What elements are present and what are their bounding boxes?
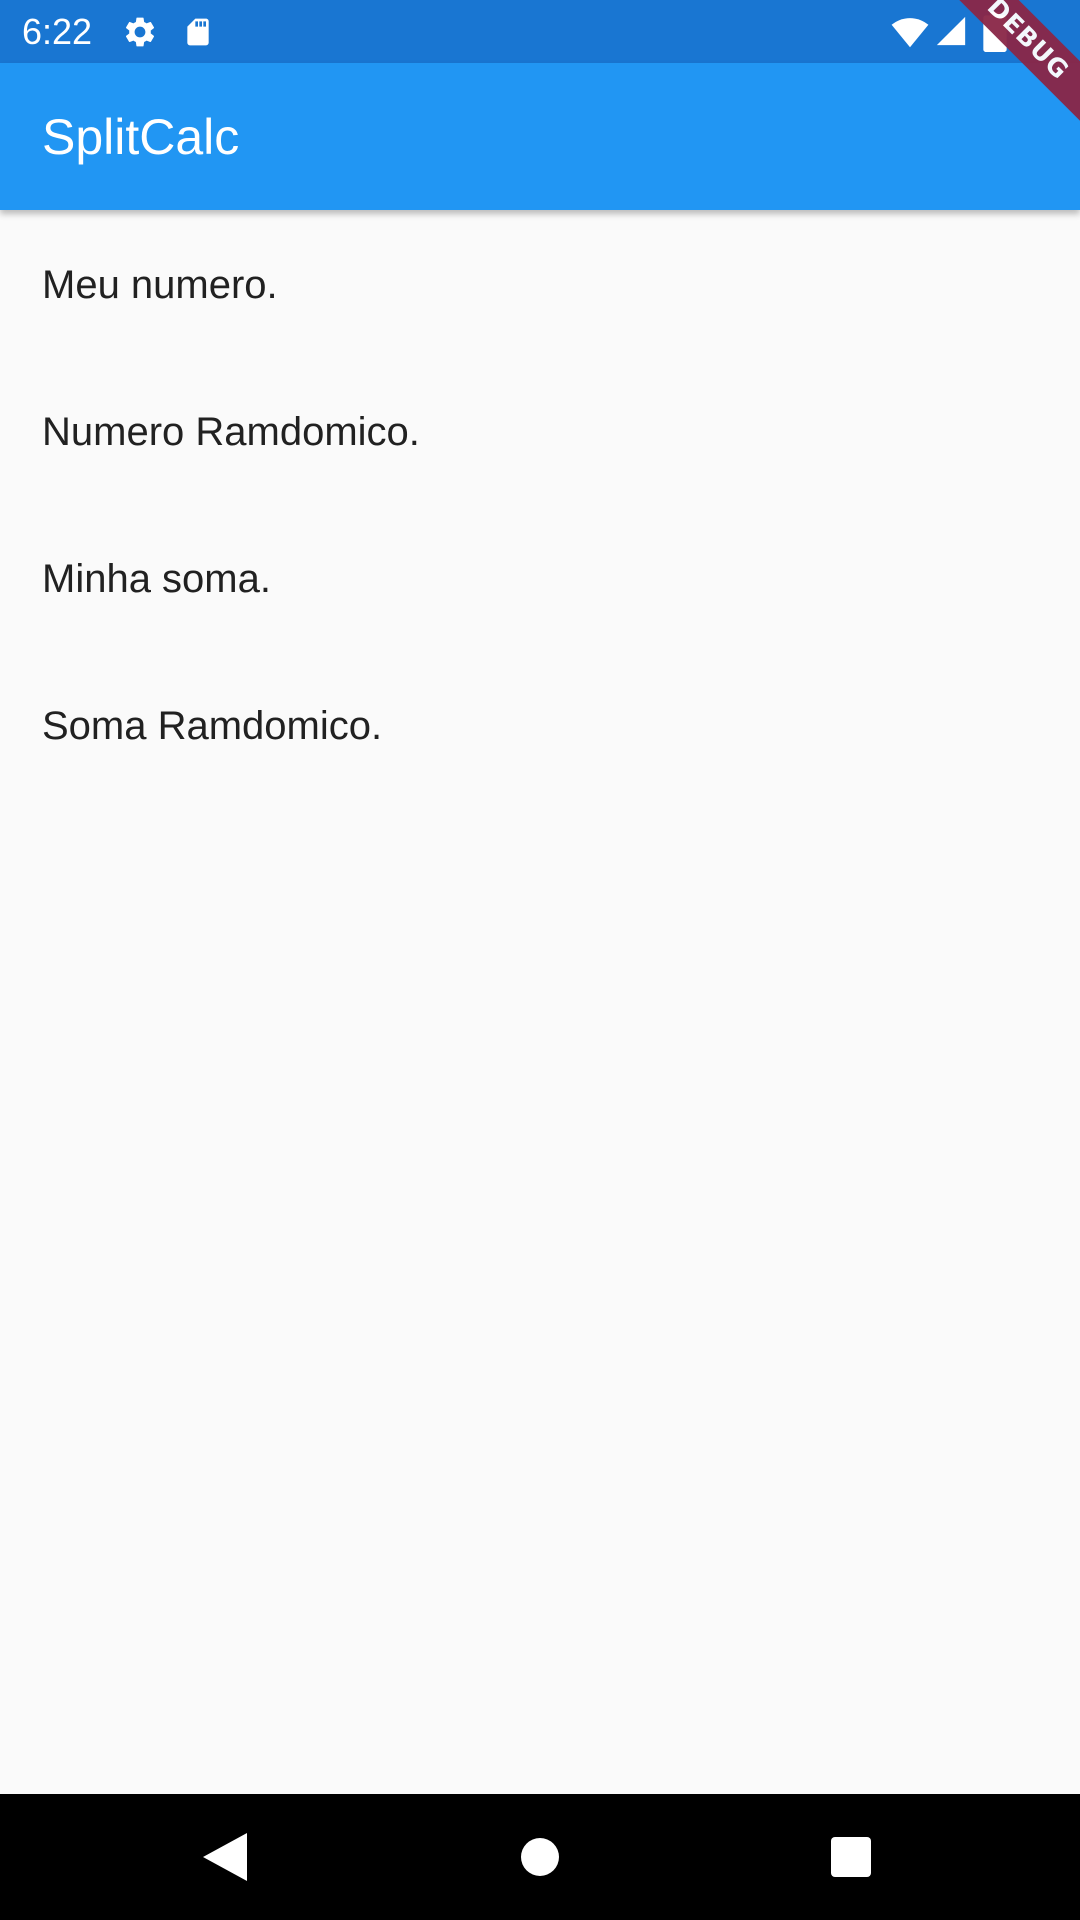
my-number-text: Meu numero. — [42, 263, 278, 307]
recents-button[interactable] — [811, 1817, 891, 1897]
screen: 6:22 SplitCalc DEBUG Meu numero. Numero … — [0, 0, 1080, 1920]
back-button[interactable] — [185, 1817, 265, 1897]
recents-icon — [831, 1837, 871, 1877]
random-sum-text: Soma Ramdomico. — [42, 704, 383, 748]
content-area: Meu numero. Numero Ramdomico. Minha soma… — [0, 210, 1080, 1794]
sd-card-icon — [187, 18, 209, 46]
back-icon — [203, 1833, 247, 1881]
home-button[interactable] — [500, 1817, 580, 1897]
signal-icon — [936, 16, 966, 46]
status-bar: 6:22 — [0, 0, 1080, 63]
home-icon — [521, 1838, 559, 1876]
app-bar: SplitCalc — [0, 63, 1080, 210]
navigation-bar — [0, 1794, 1080, 1920]
gear-icon — [125, 17, 155, 47]
wifi-icon — [891, 18, 929, 48]
app-title: SplitCalc — [42, 109, 240, 165]
random-number-text: Numero Ramdomico. — [42, 410, 420, 454]
my-sum-text: Minha soma. — [42, 557, 271, 601]
status-time: 6:22 — [22, 11, 93, 52]
